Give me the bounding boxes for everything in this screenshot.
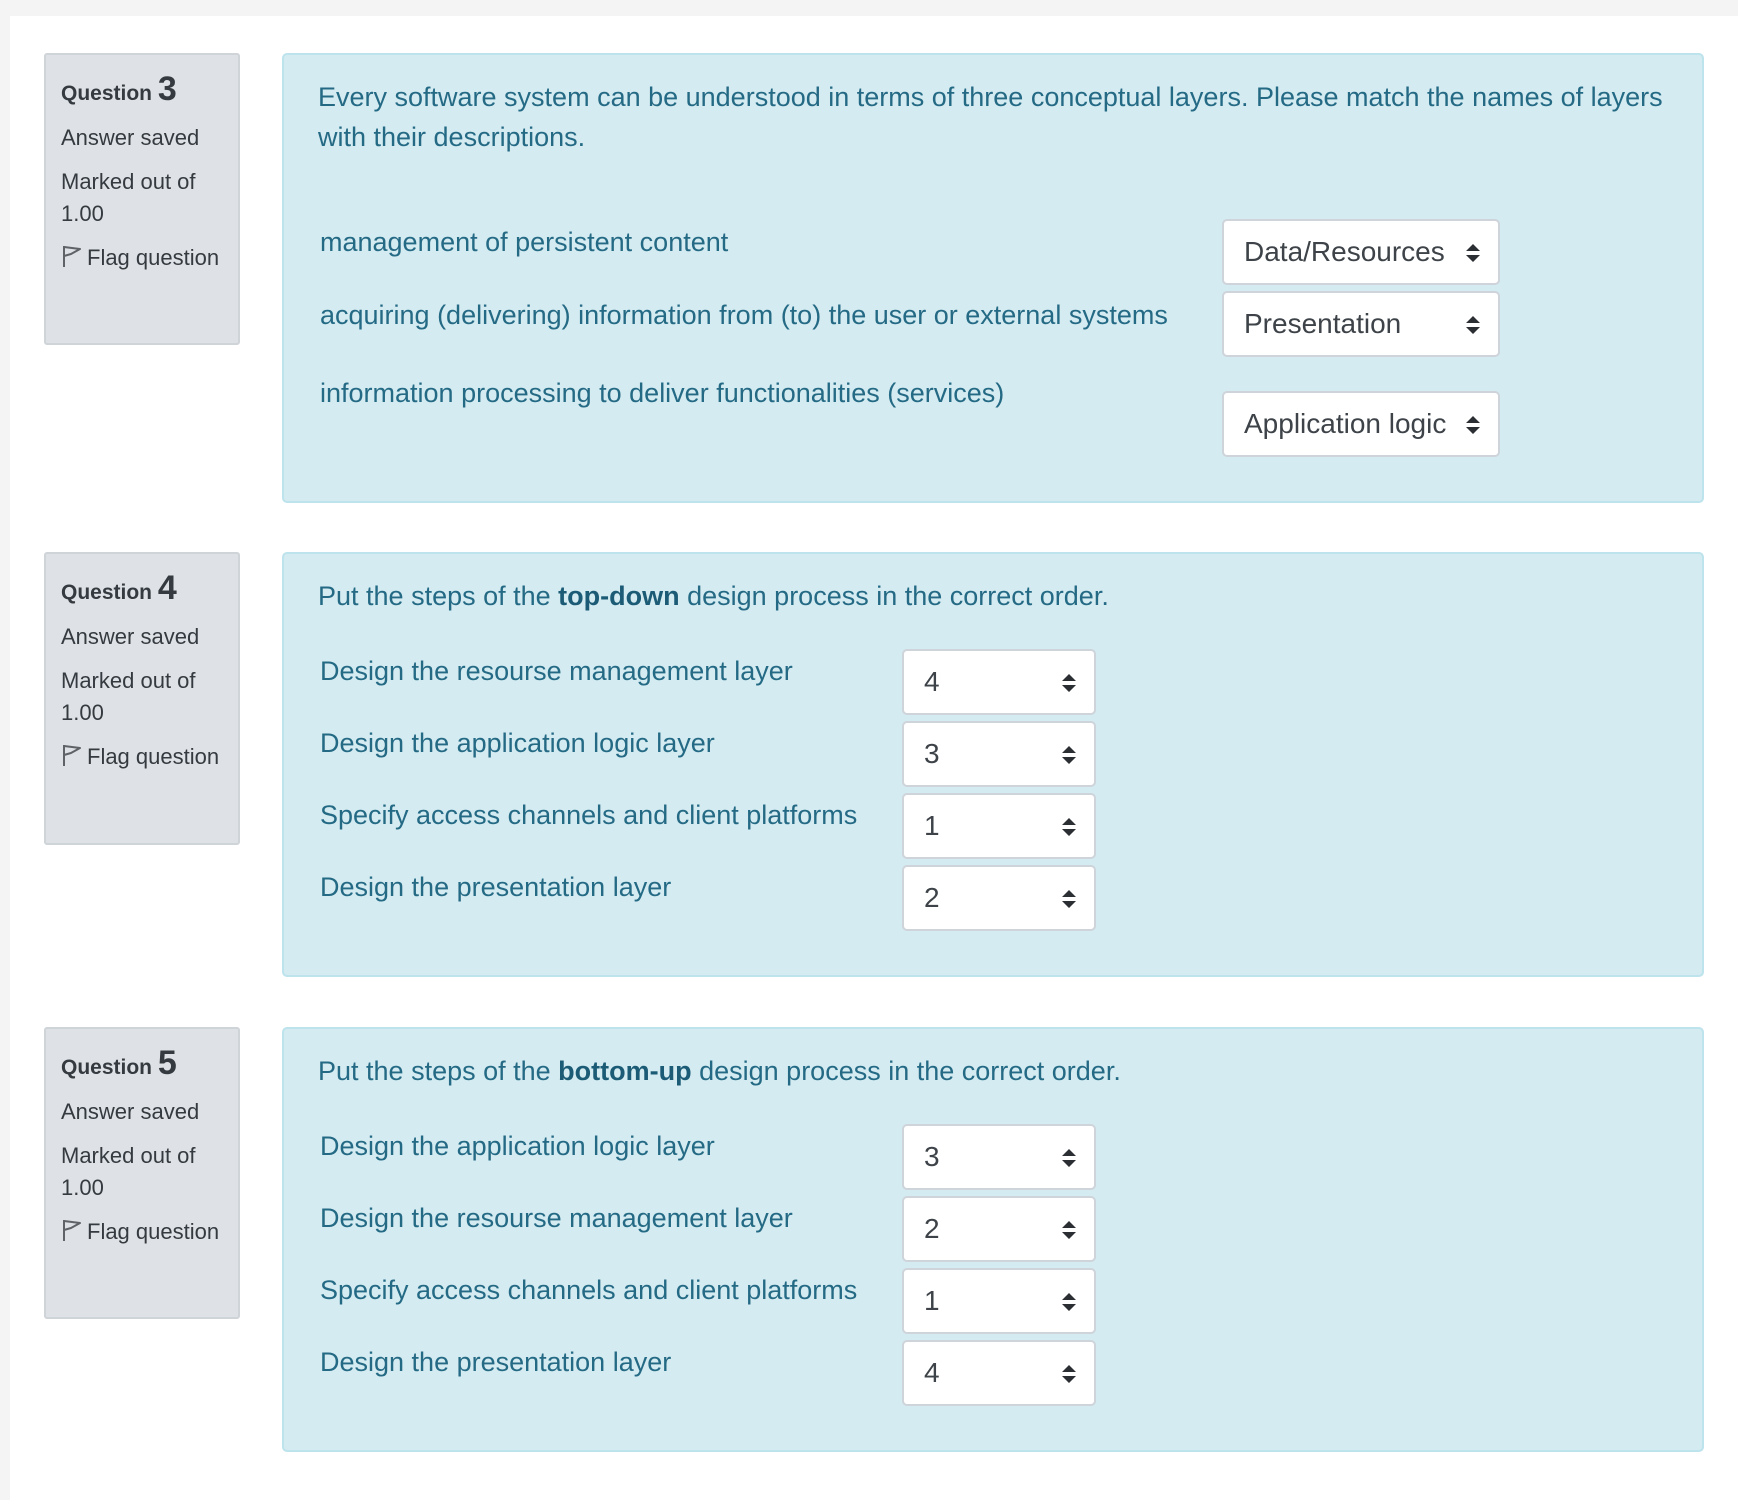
order-step: Design the resourse management layer xyxy=(320,1203,793,1233)
select-value: 3 xyxy=(924,1141,940,1172)
order-step: Specify access channels and client platf… xyxy=(320,1275,858,1305)
match-select[interactable]: Presentation xyxy=(1222,291,1500,357)
question-info: Question 4 Answer saved Marked out of 1.… xyxy=(44,552,240,845)
emphasis-text: bottom-up xyxy=(558,1056,692,1086)
select-arrows-icon xyxy=(1062,1221,1076,1239)
question-number: Question 3 xyxy=(61,70,177,108)
match-subquestion: management of persistent content xyxy=(320,227,729,257)
select-arrows-icon xyxy=(1062,746,1076,764)
order-select[interactable]: 1 xyxy=(902,1268,1096,1334)
question-text: Every software system can be understood … xyxy=(318,82,1663,152)
select-arrows-icon xyxy=(1062,1149,1076,1167)
flag-label: Flag question xyxy=(87,245,220,270)
select-value: Presentation xyxy=(1244,308,1402,339)
order-select[interactable]: 3 xyxy=(902,721,1096,787)
select-arrows-icon xyxy=(1062,1365,1076,1383)
flag-question-link[interactable]: Flag question xyxy=(61,1216,224,1248)
question-text: Put the steps of the bottom-up design pr… xyxy=(318,1056,1121,1086)
question-content: Put the steps of the bottom-up design pr… xyxy=(282,1027,1704,1452)
select-arrows-icon xyxy=(1062,890,1076,908)
order-select[interactable]: 4 xyxy=(902,1340,1096,1406)
select-value: 2 xyxy=(924,1213,940,1244)
match-subquestion: acquiring (delivering) information from … xyxy=(320,300,1168,330)
flag-question-link[interactable]: Flag question xyxy=(61,741,224,773)
question-state: Answer saved xyxy=(61,125,200,150)
match-subquestion: information processing to deliver functi… xyxy=(320,378,1005,408)
question-number: Question 5 xyxy=(61,1044,177,1082)
question-state: Answer saved xyxy=(61,1099,200,1124)
order-step: Design the application logic layer xyxy=(320,1131,715,1161)
select-value: 1 xyxy=(924,1285,940,1316)
flag-label: Flag question xyxy=(87,1219,220,1244)
select-arrows-icon xyxy=(1062,1293,1076,1311)
select-value: 4 xyxy=(924,666,940,697)
question-state: Answer saved xyxy=(61,624,200,649)
question-grade: Marked out of 1.00 xyxy=(61,668,196,725)
match-select[interactable]: Data/Resources xyxy=(1222,219,1500,285)
order-step: Design the presentation layer xyxy=(320,1347,672,1377)
select-arrows-icon xyxy=(1062,818,1076,836)
flag-label: Flag question xyxy=(87,744,220,769)
select-value: Data/Resources xyxy=(1244,236,1445,267)
order-select[interactable]: 3 xyxy=(902,1124,1096,1190)
select-arrows-icon xyxy=(1062,674,1076,692)
question-grade: Marked out of 1.00 xyxy=(61,1143,196,1200)
order-select[interactable]: 2 xyxy=(902,865,1096,931)
flag-icon xyxy=(63,246,81,267)
emphasis-text: top-down xyxy=(558,581,680,611)
select-value: 1 xyxy=(924,810,940,841)
question-info: Question 5 Answer saved Marked out of 1.… xyxy=(44,1027,240,1319)
select-arrows-icon xyxy=(1466,416,1480,434)
order-step: Specify access channels and client platf… xyxy=(320,800,858,830)
select-value: 3 xyxy=(924,738,940,769)
order-step: Design the presentation layer xyxy=(320,872,672,902)
question-info: Question 3 Answer saved Marked out of 1.… xyxy=(44,53,240,345)
quiz-page: Question 3 Answer saved Marked out of 1.… xyxy=(10,16,1738,1500)
question-content: Every software system can be understood … xyxy=(282,53,1704,503)
select-arrows-icon xyxy=(1466,316,1480,334)
order-select[interactable]: 1 xyxy=(902,793,1096,859)
order-step: Design the resourse management layer xyxy=(320,656,793,686)
select-arrows-icon xyxy=(1466,244,1480,262)
flag-icon xyxy=(63,745,81,766)
order-step: Design the application logic layer xyxy=(320,728,715,758)
order-select[interactable]: 2 xyxy=(902,1196,1096,1262)
question-grade: Marked out of 1.00 xyxy=(61,169,196,226)
select-value: Application logic xyxy=(1244,408,1447,439)
order-select[interactable]: 4 xyxy=(902,649,1096,715)
question-text: Put the steps of the top-down design pro… xyxy=(318,581,1109,611)
flag-question-link[interactable]: Flag question xyxy=(61,242,224,274)
question-number: Question 4 xyxy=(61,569,177,607)
match-select[interactable]: Application logic xyxy=(1222,391,1500,457)
select-value: 4 xyxy=(924,1357,940,1388)
question-content: Put the steps of the top-down design pro… xyxy=(282,552,1704,977)
flag-icon xyxy=(63,1220,81,1241)
select-value: 2 xyxy=(924,882,940,913)
